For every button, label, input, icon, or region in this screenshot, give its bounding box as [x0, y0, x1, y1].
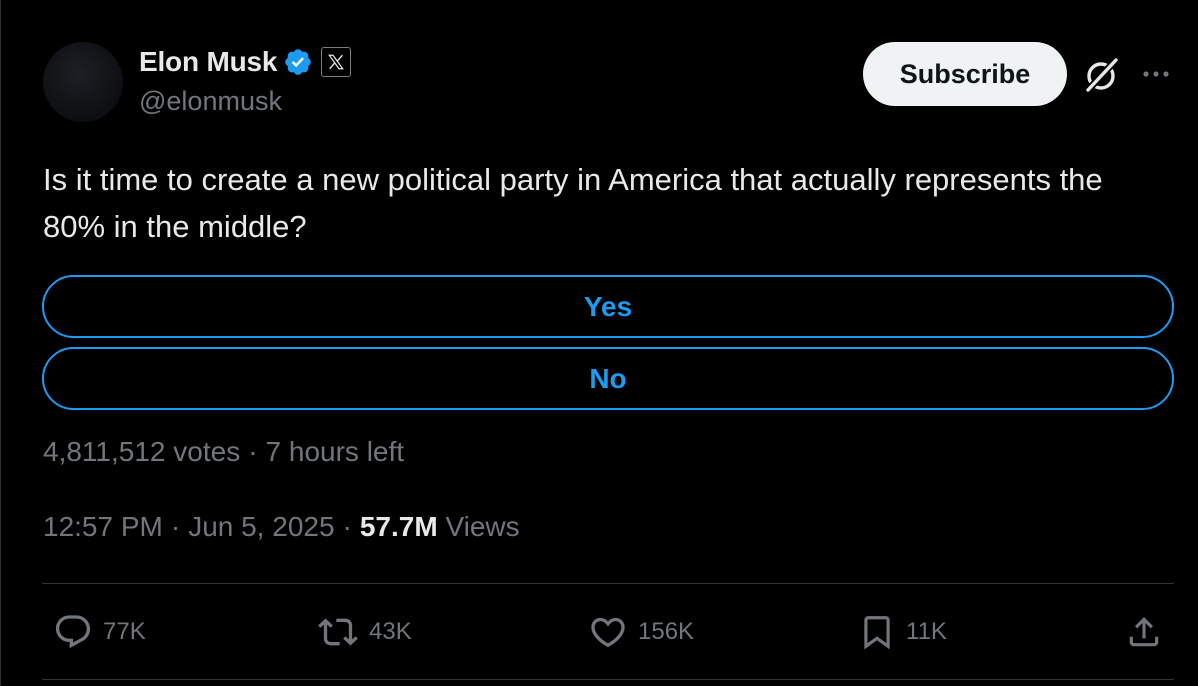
share-button[interactable] — [1125, 612, 1163, 652]
x-affiliation-icon[interactable] — [321, 47, 352, 77]
timestamp-separator: · — [342, 511, 352, 542]
verified-badge-icon[interactable] — [283, 47, 313, 77]
repost-button[interactable]: 43K — [317, 612, 412, 652]
views-count: 57.7M — [359, 511, 438, 542]
tweet-text: Is it time to create a new political par… — [43, 162, 1103, 244]
like-count: 156K — [638, 618, 695, 645]
like-icon — [591, 617, 625, 648]
poll-vote-count: 4,811,512 votes — [43, 436, 241, 467]
more-icon[interactable] — [1141, 62, 1171, 86]
author-handle[interactable]: @elonmusk — [139, 86, 282, 117]
like-button[interactable]: 156K — [588, 612, 694, 652]
share-icon — [1129, 617, 1159, 647]
poll-option-yes[interactable]: Yes — [42, 275, 1174, 338]
subscribe-button[interactable]: Subscribe — [863, 42, 1067, 106]
poll-time-left: 7 hours left — [265, 436, 405, 467]
poll-separator: · — [248, 436, 258, 467]
views-group[interactable]: 57.7M Views — [360, 511, 520, 543]
grok-icon[interactable] — [1083, 56, 1121, 94]
views-label: Views — [445, 511, 520, 542]
author-name[interactable]: Elon Musk — [139, 46, 277, 78]
poll-meta: 4,811,512 votes · 7 hours left — [43, 436, 404, 468]
tweet-date[interactable]: Jun 5, 2025 — [188, 511, 334, 543]
reply-icon — [55, 615, 91, 649]
reply-button[interactable]: 77K — [53, 612, 146, 652]
timestamp-separator: · — [170, 511, 181, 542]
poll-option-no[interactable]: No — [42, 347, 1174, 410]
reply-count: 77K — [103, 618, 146, 645]
repost-icon — [318, 618, 358, 646]
repost-count: 43K — [369, 618, 412, 645]
bookmark-icon — [864, 616, 890, 650]
divider — [42, 679, 1174, 680]
tweet-timestamp: 12:57 PM · Jun 5, 2025 · 57.7M Views — [43, 511, 520, 543]
poll-option-label: No — [589, 362, 627, 394]
tweet-detail: Elon Musk @elonmusk Subscribe Is it time… — [0, 0, 1198, 686]
tweet-time[interactable]: 12:57 PM — [43, 511, 163, 543]
bookmark-count: 11K — [906, 618, 947, 645]
author-name-row: Elon Musk — [139, 44, 352, 80]
poll-option-label: Yes — [583, 290, 633, 322]
avatar[interactable] — [43, 42, 123, 122]
divider — [42, 583, 1174, 584]
bookmark-button[interactable]: 11K — [858, 612, 947, 652]
